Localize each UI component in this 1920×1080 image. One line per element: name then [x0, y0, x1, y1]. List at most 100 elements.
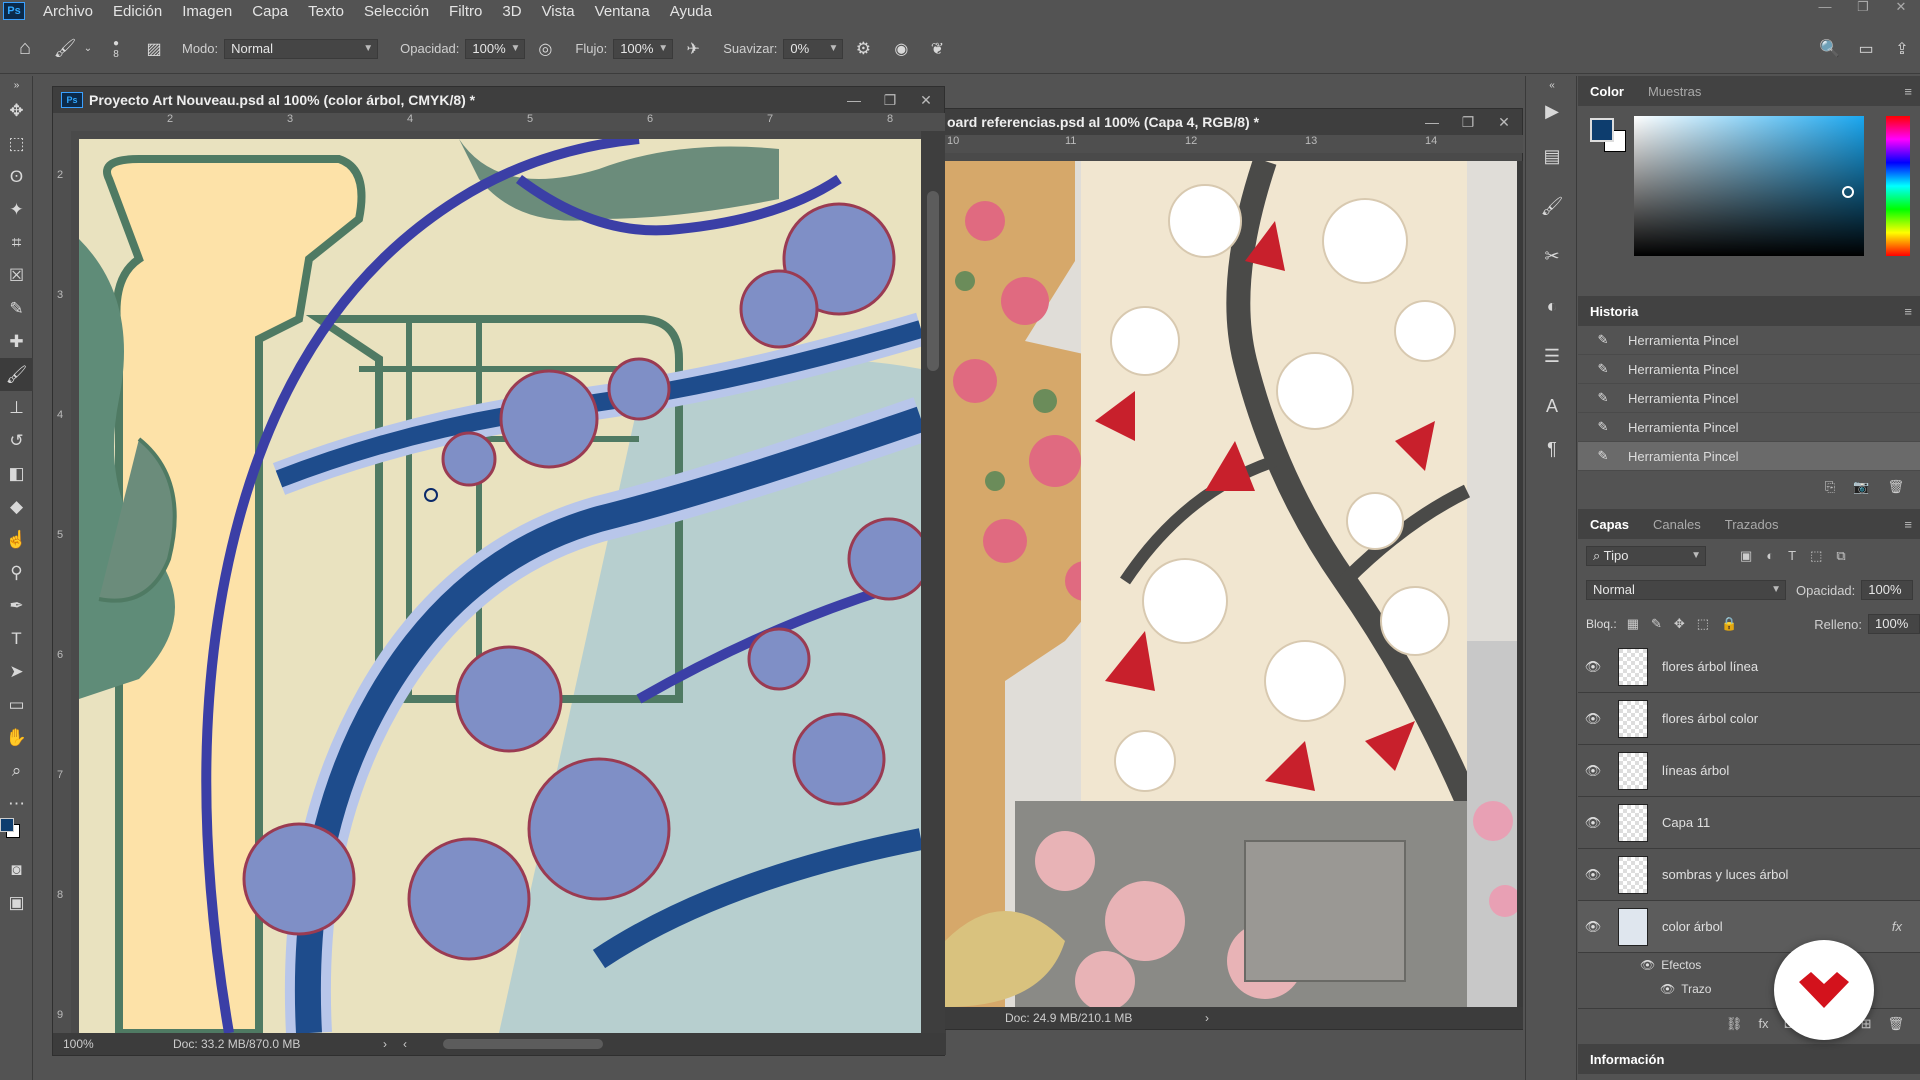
tab-capas[interactable]: Capas: [1578, 517, 1641, 532]
paragraph-icon[interactable]: ¶: [1526, 432, 1578, 468]
eye-icon[interactable]: 👁: [1578, 815, 1608, 831]
brush-tool-icon[interactable]: 🖌: [50, 38, 80, 59]
fill-field[interactable]: 100%: [1868, 614, 1920, 634]
marquee-tool-icon[interactable]: ⬚: [0, 127, 33, 160]
menu-edicion[interactable]: Edición: [103, 3, 172, 20]
smudge-tool-icon[interactable]: ☝: [0, 523, 33, 556]
rectangle-tool-icon[interactable]: ▭: [0, 688, 33, 721]
hue-slider[interactable]: [1886, 116, 1910, 256]
screen-mode-icon[interactable]: ▣: [0, 886, 33, 919]
close-icon[interactable]: ✕: [1486, 114, 1522, 131]
layer-row[interactable]: 👁 líneas árbol: [1578, 745, 1920, 797]
tab-trazados[interactable]: Trazados: [1713, 517, 1791, 532]
adjustment-filter-icon[interactable]: ◐: [1766, 548, 1774, 564]
layer-name[interactable]: Capa 11: [1662, 815, 1710, 830]
share-icon[interactable]: ⇪: [1884, 39, 1920, 59]
fx-badge[interactable]: fx: [1892, 919, 1920, 934]
trash-icon[interactable]: 🗑: [1887, 1016, 1904, 1032]
foreground-color-swatch[interactable]: [1590, 118, 1614, 142]
gear-icon[interactable]: ⚙: [843, 39, 883, 59]
opacity-field[interactable]: 100% ▼: [465, 38, 526, 59]
airbrush-icon[interactable]: ✈: [673, 39, 713, 59]
eye-icon[interactable]: 👁: [1578, 659, 1608, 675]
new-document-icon[interactable]: ⎘: [1825, 479, 1835, 495]
pressure-opacity-icon[interactable]: ◎: [525, 39, 565, 59]
search-icon[interactable]: 🔍: [1812, 39, 1848, 59]
menu-ventana[interactable]: Ventana: [585, 3, 660, 20]
lock-transparency-icon[interactable]: ▦: [1627, 616, 1639, 632]
panel-menu-icon[interactable]: ≡: [1904, 84, 1920, 99]
layer-name[interactable]: sombras y luces árbol: [1662, 867, 1788, 882]
tab-color[interactable]: Color: [1578, 84, 1636, 99]
history-item[interactable]: ✎ Herramienta Pincel: [1578, 384, 1920, 413]
collapse-icon[interactable]: «: [1526, 80, 1578, 92]
flow-field[interactable]: 100% ▼: [613, 38, 674, 59]
history-item[interactable]: ✎ Herramienta Pincel: [1578, 413, 1920, 442]
color-picker-cursor[interactable]: [1842, 186, 1854, 198]
minimize-icon[interactable]: —: [1806, 0, 1844, 22]
menu-ayuda[interactable]: Ayuda: [660, 3, 722, 20]
panel-menu-icon[interactable]: ≡: [1904, 304, 1920, 319]
adjustments-icon[interactable]: ◐: [1526, 282, 1578, 332]
actions-icon[interactable]: ▤: [1526, 132, 1578, 182]
layer-name[interactable]: líneas árbol: [1662, 763, 1729, 778]
layer-opacity-field[interactable]: 100%: [1861, 580, 1914, 600]
layer-row[interactable]: 👁 sombras y luces árbol: [1578, 849, 1920, 901]
eye-icon[interactable]: 👁: [1578, 867, 1608, 883]
reference-canvas[interactable]: [945, 161, 1517, 1007]
menu-texto[interactable]: Texto: [298, 3, 354, 20]
close-icon[interactable]: ✕: [1882, 0, 1920, 22]
chevron-left-icon[interactable]: ‹: [403, 1037, 423, 1051]
vertical-scrollbar[interactable]: [921, 131, 946, 1033]
lock-all-icon[interactable]: 🔒: [1721, 616, 1737, 632]
brush-panel-icon[interactable]: ▨: [136, 39, 172, 59]
image-filter-icon[interactable]: ▣: [1740, 548, 1752, 564]
paint-bucket-icon[interactable]: ◆: [0, 490, 33, 523]
brush-tool-icon[interactable]: 🖌: [0, 358, 33, 391]
tab-muestras[interactable]: Muestras: [1636, 84, 1713, 99]
move-tool-icon[interactable]: ✥: [0, 94, 33, 127]
character-icon[interactable]: A: [1526, 382, 1578, 432]
layer-name[interactable]: color árbol: [1662, 919, 1892, 934]
menu-archivo[interactable]: Archivo: [33, 3, 103, 20]
mode-select[interactable]: Normal ▼: [224, 38, 379, 59]
shape-filter-icon[interactable]: ⬚: [1810, 548, 1822, 564]
chevron-right-icon[interactable]: ›: [1205, 1011, 1209, 1025]
eye-icon[interactable]: 👁: [1660, 982, 1675, 996]
trash-icon[interactable]: 🗑: [1887, 479, 1904, 495]
lasso-tool-icon[interactable]: ʘ: [0, 160, 33, 193]
menu-imagen[interactable]: Imagen: [172, 3, 242, 20]
symmetry-icon[interactable]: ❦: [919, 39, 955, 59]
workspace-icon[interactable]: ▭: [1848, 39, 1884, 59]
layer-row[interactable]: 👁 flores árbol línea: [1578, 641, 1920, 693]
home-icon[interactable]: ⌂: [0, 37, 50, 60]
link-icon[interactable]: ⛓: [1726, 1016, 1743, 1032]
zoom-tool-icon[interactable]: ⌕: [0, 754, 33, 787]
restore-icon[interactable]: ❐: [872, 92, 908, 109]
zoom-level[interactable]: 100%: [53, 1037, 173, 1051]
smooth-field[interactable]: 0% ▼: [783, 38, 844, 59]
horizontal-scrollbar-thumb[interactable]: [443, 1039, 603, 1049]
menu-vista[interactable]: Vista: [532, 3, 585, 20]
dodge-tool-icon[interactable]: ⚲: [0, 556, 33, 589]
eye-icon[interactable]: 👁: [1640, 958, 1655, 972]
stamp-tool-icon[interactable]: ⊥: [0, 391, 33, 424]
tab-informacion[interactable]: Información: [1578, 1052, 1676, 1067]
chevron-right-icon[interactable]: ›: [383, 1037, 403, 1051]
tool-presets-icon[interactable]: ✂: [1526, 232, 1578, 282]
layer-row[interactable]: 👁 flores árbol color: [1578, 693, 1920, 745]
eye-icon[interactable]: 👁: [1578, 763, 1608, 779]
eraser-icon[interactable]: ◧: [0, 457, 33, 490]
menu-capa[interactable]: Capa: [242, 3, 298, 20]
lock-position-icon[interactable]: ✥: [1674, 616, 1685, 632]
restore-icon[interactable]: ❐: [1844, 0, 1882, 22]
properties-icon[interactable]: ☰: [1526, 332, 1578, 382]
tab-canales[interactable]: Canales: [1641, 517, 1713, 532]
type-filter-icon[interactable]: T: [1788, 548, 1796, 564]
lock-pixels-icon[interactable]: ✎: [1651, 616, 1662, 632]
chevron-down-icon[interactable]: ⌄: [80, 43, 96, 54]
panel-menu-icon[interactable]: ≡: [1904, 517, 1920, 532]
minimize-icon[interactable]: —: [836, 92, 872, 108]
history-item[interactable]: ✎ Herramienta Pincel: [1578, 442, 1920, 471]
pen-tool-icon[interactable]: ✒: [0, 589, 33, 622]
